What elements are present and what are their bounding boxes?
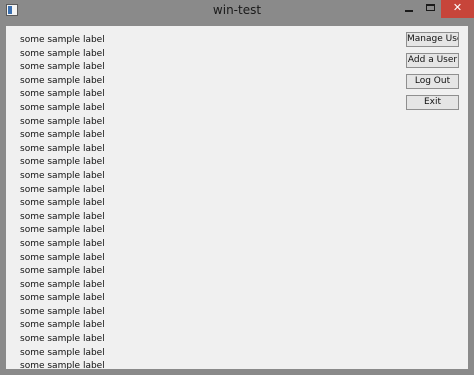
log-out-button[interactable]: Log Out	[406, 74, 459, 89]
main-panel: some sample label some sample label some s…	[6, 26, 468, 369]
label-list: some sample label some sample label some s…	[20, 34, 105, 369]
sample-label: some sample label	[20, 116, 105, 127]
maximize-icon	[426, 4, 435, 11]
manage-users-button[interactable]: Manage Users	[406, 32, 459, 47]
minimize-icon	[405, 10, 413, 12]
app-window: win-test ✕ some sample label some sample …	[0, 0, 474, 375]
sample-label: some sample label	[20, 238, 105, 249]
sample-label: some sample label	[20, 266, 105, 277]
sample-label: some sample label	[20, 225, 105, 236]
sample-label: some sample label	[20, 279, 105, 290]
sample-label: some sample label	[20, 361, 105, 369]
sample-label: some sample label	[20, 102, 105, 113]
title-bar[interactable]: win-test ✕	[0, 0, 474, 22]
maximize-button[interactable]	[420, 0, 442, 18]
sample-label: some sample label	[20, 130, 105, 141]
sample-label: some sample label	[20, 211, 105, 222]
close-button[interactable]: ✕	[441, 0, 474, 18]
sample-label: some sample label	[20, 75, 105, 86]
minimize-button[interactable]	[398, 0, 420, 18]
close-icon: ✕	[452, 1, 463, 14]
add-user-button[interactable]: Add a User	[406, 53, 459, 68]
sample-label: some sample label	[20, 48, 105, 59]
sample-label: some sample label	[20, 89, 105, 100]
sample-label: some sample label	[20, 170, 105, 181]
sample-label: some sample label	[20, 320, 105, 331]
sample-label: some sample label	[20, 306, 105, 317]
sample-label: some sample label	[20, 334, 105, 345]
sample-label: some sample label	[20, 143, 105, 154]
exit-button[interactable]: Exit	[406, 95, 459, 110]
sample-label: some sample label	[20, 157, 105, 168]
sample-label: some sample label	[20, 184, 105, 195]
sample-label: some sample label	[20, 35, 105, 45]
sample-label: some sample label	[20, 347, 105, 358]
sample-label: some sample label	[20, 293, 105, 304]
sample-label: some sample label	[20, 198, 105, 209]
sample-label: some sample label	[20, 252, 105, 263]
sample-label: some sample label	[20, 62, 105, 73]
